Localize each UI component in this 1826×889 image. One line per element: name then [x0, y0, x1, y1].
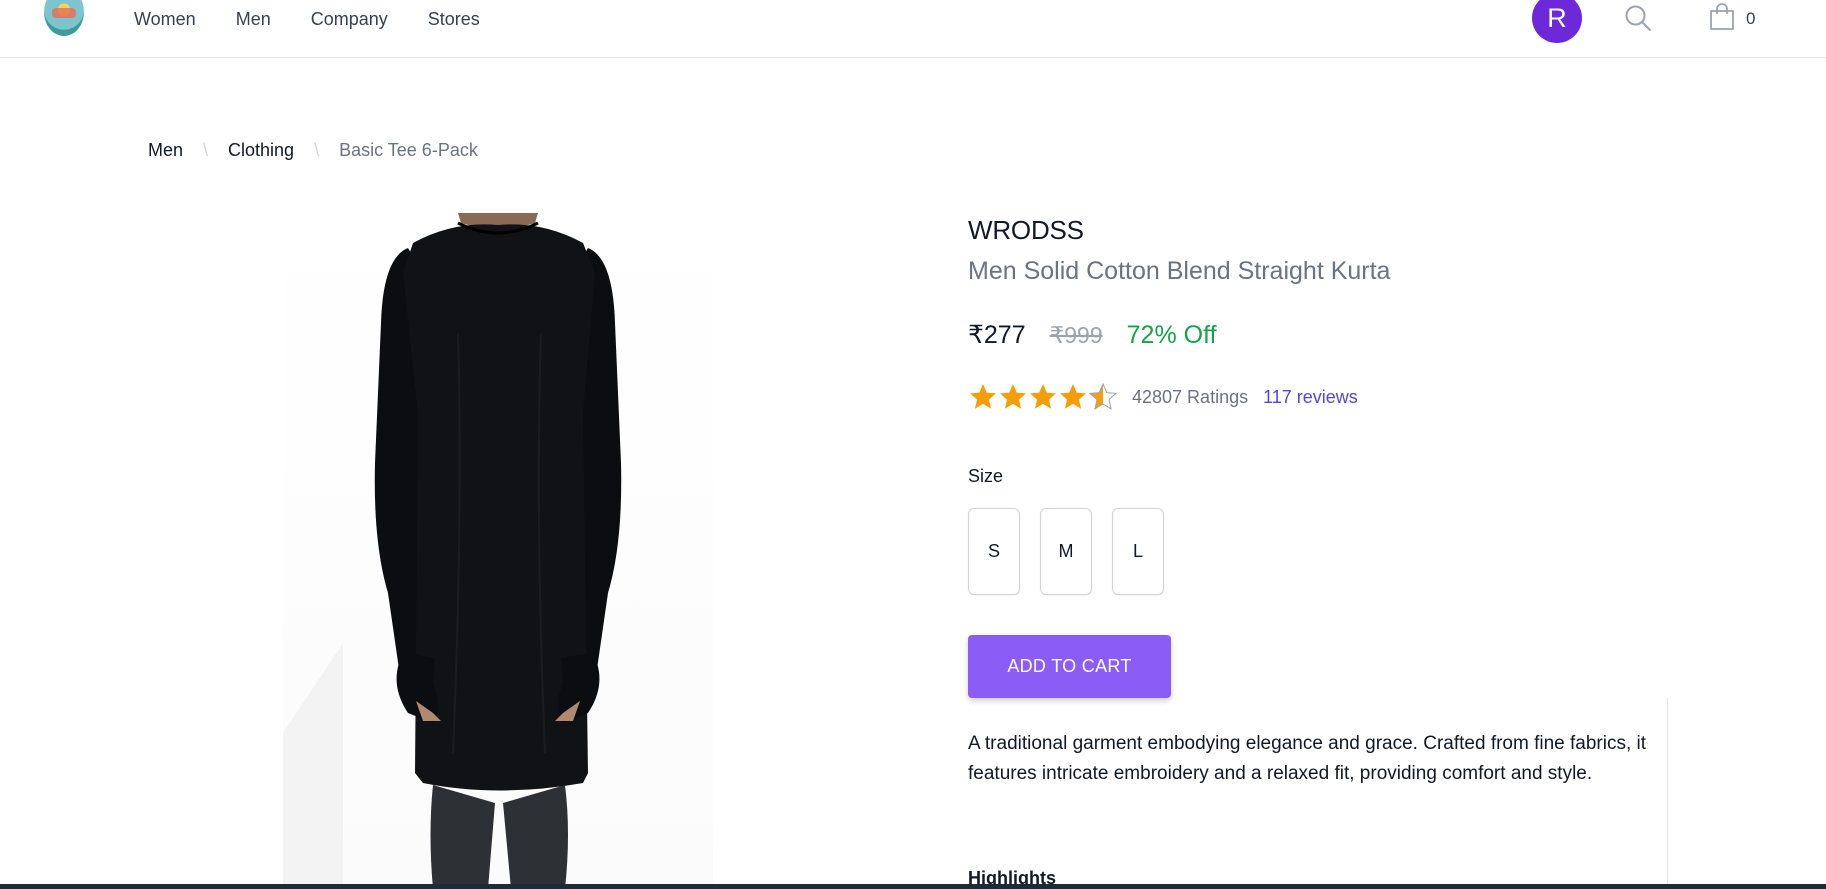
size-option-l[interactable]: L	[1112, 508, 1164, 595]
product-title: Men Solid Cotton Blend Straight Kurta	[968, 257, 1391, 285]
reviews-link[interactable]: 117 reviews	[1263, 387, 1358, 408]
nav-link-men[interactable]: Men	[236, 8, 271, 30]
breadcrumb-current: Basic Tee 6-Pack	[339, 140, 478, 160]
breadcrumb: Men \ Clothing \ Basic Tee 6-Pack	[148, 140, 478, 161]
star-full-icon	[1060, 384, 1086, 409]
star-full-icon	[1030, 384, 1056, 409]
star-full-icon	[1000, 384, 1026, 409]
size-option-m[interactable]: M	[1040, 508, 1092, 595]
bottom-edge	[0, 884, 1826, 889]
nav-link-company[interactable]: Company	[311, 8, 388, 30]
main-nav: Women Men Company Stores	[134, 8, 520, 30]
rating-row: 42807 Ratings 117 reviews	[968, 382, 1358, 412]
size-option-s[interactable]: S	[968, 508, 1020, 595]
product-image[interactable]	[283, 213, 713, 889]
divider	[1667, 698, 1668, 889]
shopping-bag-icon	[1710, 3, 1734, 30]
discount-badge: 72% Off	[1126, 321, 1217, 349]
product-mrp: ₹999	[1049, 322, 1103, 348]
top-navbar: Women Men Company Stores R 0	[0, 0, 1826, 58]
size-label: Size	[968, 466, 1004, 486]
price-row: ₹277 ₹999 72% Off	[968, 320, 1217, 350]
search-button[interactable]	[1624, 4, 1652, 32]
breadcrumb-men[interactable]: Men	[148, 140, 183, 161]
user-avatar[interactable]: R	[1532, 0, 1582, 43]
size-selector: S M L	[968, 508, 1184, 595]
breadcrumb-separator: \	[314, 140, 320, 160]
breadcrumb-clothing[interactable]: Clothing	[228, 140, 294, 161]
product-description: A traditional garment embodying elegance…	[968, 733, 1647, 784]
cart-count: 0	[1746, 9, 1756, 28]
search-icon	[1625, 5, 1651, 31]
site-logo[interactable]	[44, 0, 84, 36]
star-half-icon	[1088, 382, 1118, 410]
product-price: ₹277	[968, 321, 1026, 349]
star-full-icon	[970, 384, 996, 409]
breadcrumb-separator: \	[203, 140, 209, 160]
cart-button[interactable]: 0	[1709, 3, 1769, 33]
add-to-cart-button[interactable]: ADD TO CART	[968, 635, 1171, 698]
ratings-count: 42807 Ratings	[1132, 386, 1249, 407]
star-rating	[968, 382, 1118, 412]
nav-link-women[interactable]: Women	[134, 8, 196, 30]
nav-link-stores[interactable]: Stores	[428, 8, 480, 30]
product-brand: WRODSS	[968, 215, 1084, 245]
